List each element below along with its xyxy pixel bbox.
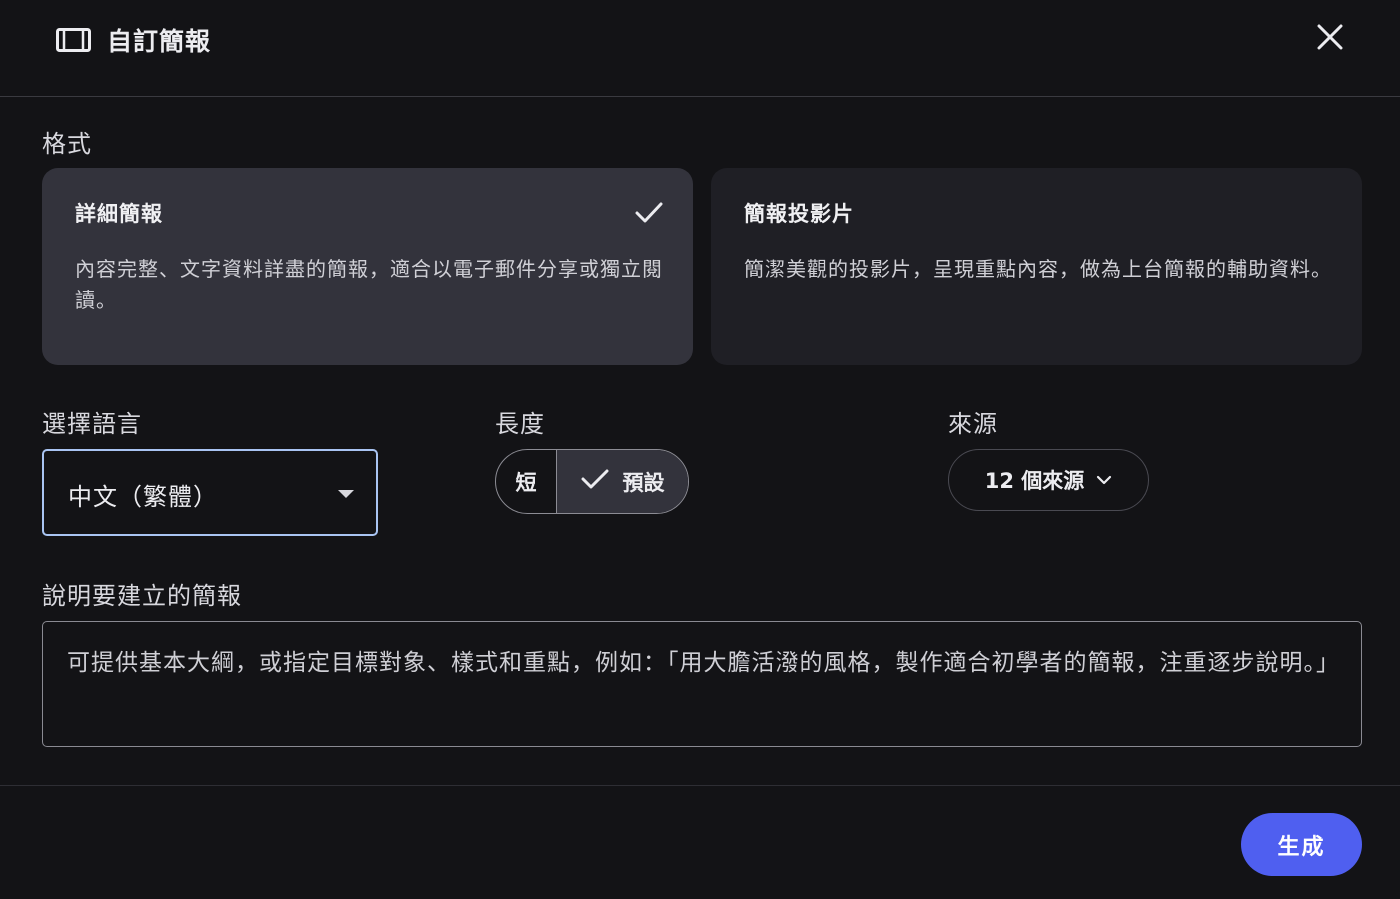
customize-slides-dialog: 自訂簡報 格式 詳細簡報 內容完整、文字資料詳盡的簡報，適合以電子郵件分享或獨立… <box>0 0 1400 899</box>
length-label: 長度 <box>495 410 545 438</box>
prompt-label: 說明要建立的簡報 <box>42 582 242 610</box>
dialog-title: 自訂簡報 <box>107 27 212 56</box>
prompt-field[interactable] <box>42 621 1362 747</box>
length-option-label: 預設 <box>622 470 665 495</box>
language-label: 選擇語言 <box>42 410 142 438</box>
sources-label: 來源 <box>948 410 998 438</box>
close-button[interactable] <box>1309 18 1351 60</box>
dialog-header: 自訂簡報 <box>0 0 1400 97</box>
length-option-default[interactable]: 預設 <box>557 450 688 513</box>
format-option-detailed[interactable]: 詳細簡報 內容完整、文字資料詳盡的簡報，適合以電子郵件分享或獨立閱讀。 <box>42 168 693 365</box>
language-value: 中文（繁體） <box>68 483 218 511</box>
sources-dropdown-button[interactable]: 12 個來源 <box>948 449 1149 511</box>
format-option-slides[interactable]: 簡報投影片 簡潔美觀的投影片，呈現重點內容，做為上台簡報的輔助資料。 <box>711 168 1362 365</box>
language-select[interactable]: 中文（繁體） <box>42 449 378 536</box>
footer-divider <box>0 785 1400 786</box>
generate-button[interactable]: 生成 <box>1241 813 1362 876</box>
length-option-short[interactable]: 短 <box>496 450 557 513</box>
format-option-description: 內容完整、文字資料詳盡的簡報，適合以電子郵件分享或獨立閱讀。 <box>75 257 663 312</box>
caret-down-icon <box>338 490 354 498</box>
slides-icon <box>56 28 91 52</box>
length-toggle-group: 短 預設 <box>495 449 689 514</box>
format-option-description: 簡潔美觀的投影片，呈現重點內容，做為上台簡報的輔助資料。 <box>744 257 1332 281</box>
prompt-textarea[interactable] <box>67 644 1337 724</box>
checkmark-icon <box>581 468 609 495</box>
sources-count: 12 個來源 <box>984 469 1085 493</box>
length-option-label: 短 <box>515 470 537 495</box>
chevron-down-icon <box>1096 471 1112 490</box>
format-option-title: 詳細簡報 <box>75 202 163 226</box>
close-icon <box>1317 24 1343 54</box>
checkmark-icon <box>633 196 665 228</box>
format-label: 格式 <box>42 130 92 158</box>
format-option-title: 簡報投影片 <box>744 202 854 226</box>
